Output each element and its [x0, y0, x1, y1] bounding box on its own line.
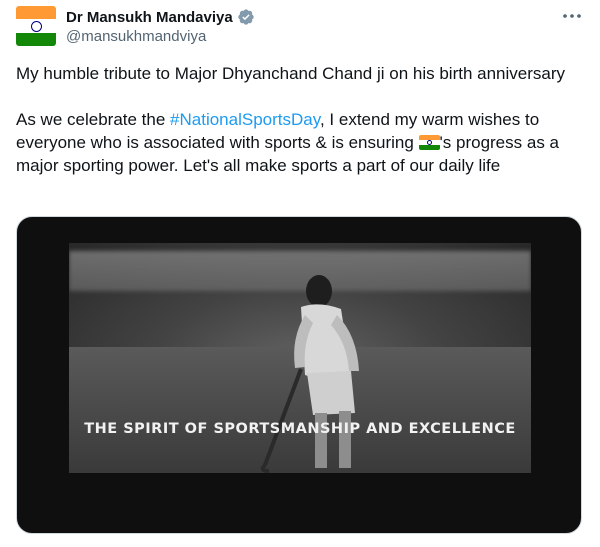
tweet-paragraph-2: As we celebrate the #NationalSportsDay, …: [16, 108, 586, 177]
hockey-player-image: [260, 275, 359, 473]
india-flag-emoji-icon: [418, 135, 440, 150]
avatar[interactable]: [16, 6, 56, 46]
author-display-name[interactable]: Dr Mansukh Mandaviya: [66, 9, 233, 26]
tweet-text: My humble tribute to Major Dhyanchand Ch…: [16, 62, 586, 177]
hashtag-link[interactable]: #NationalSportsDay: [170, 110, 320, 129]
tweet-card[interactable]: Dr Mansukh Mandaviya @mansukhmandviya My…: [0, 0, 600, 547]
more-options-icon: [563, 14, 581, 18]
tweet-paragraph-1: My humble tribute to Major Dhyanchand Ch…: [16, 64, 565, 83]
video-media[interactable]: THE SPIRIT OF SPORTSMANSHIP AND EXCELLEN…: [16, 216, 582, 534]
tweet-text-prefix: As we celebrate the: [16, 110, 171, 129]
author-handle[interactable]: @mansukhmandviya: [66, 28, 206, 45]
more-options-button[interactable]: [560, 6, 584, 26]
video-caption: THE SPIRIT OF SPORTSMANSHIP AND EXCELLEN…: [84, 421, 516, 437]
author-name-row[interactable]: Dr Mansukh Mandaviya: [66, 7, 255, 27]
video-frame: THE SPIRIT OF SPORTSMANSHIP AND EXCELLEN…: [69, 243, 531, 473]
india-flag-icon: [30, 20, 42, 32]
verified-badge-icon: [237, 8, 255, 26]
